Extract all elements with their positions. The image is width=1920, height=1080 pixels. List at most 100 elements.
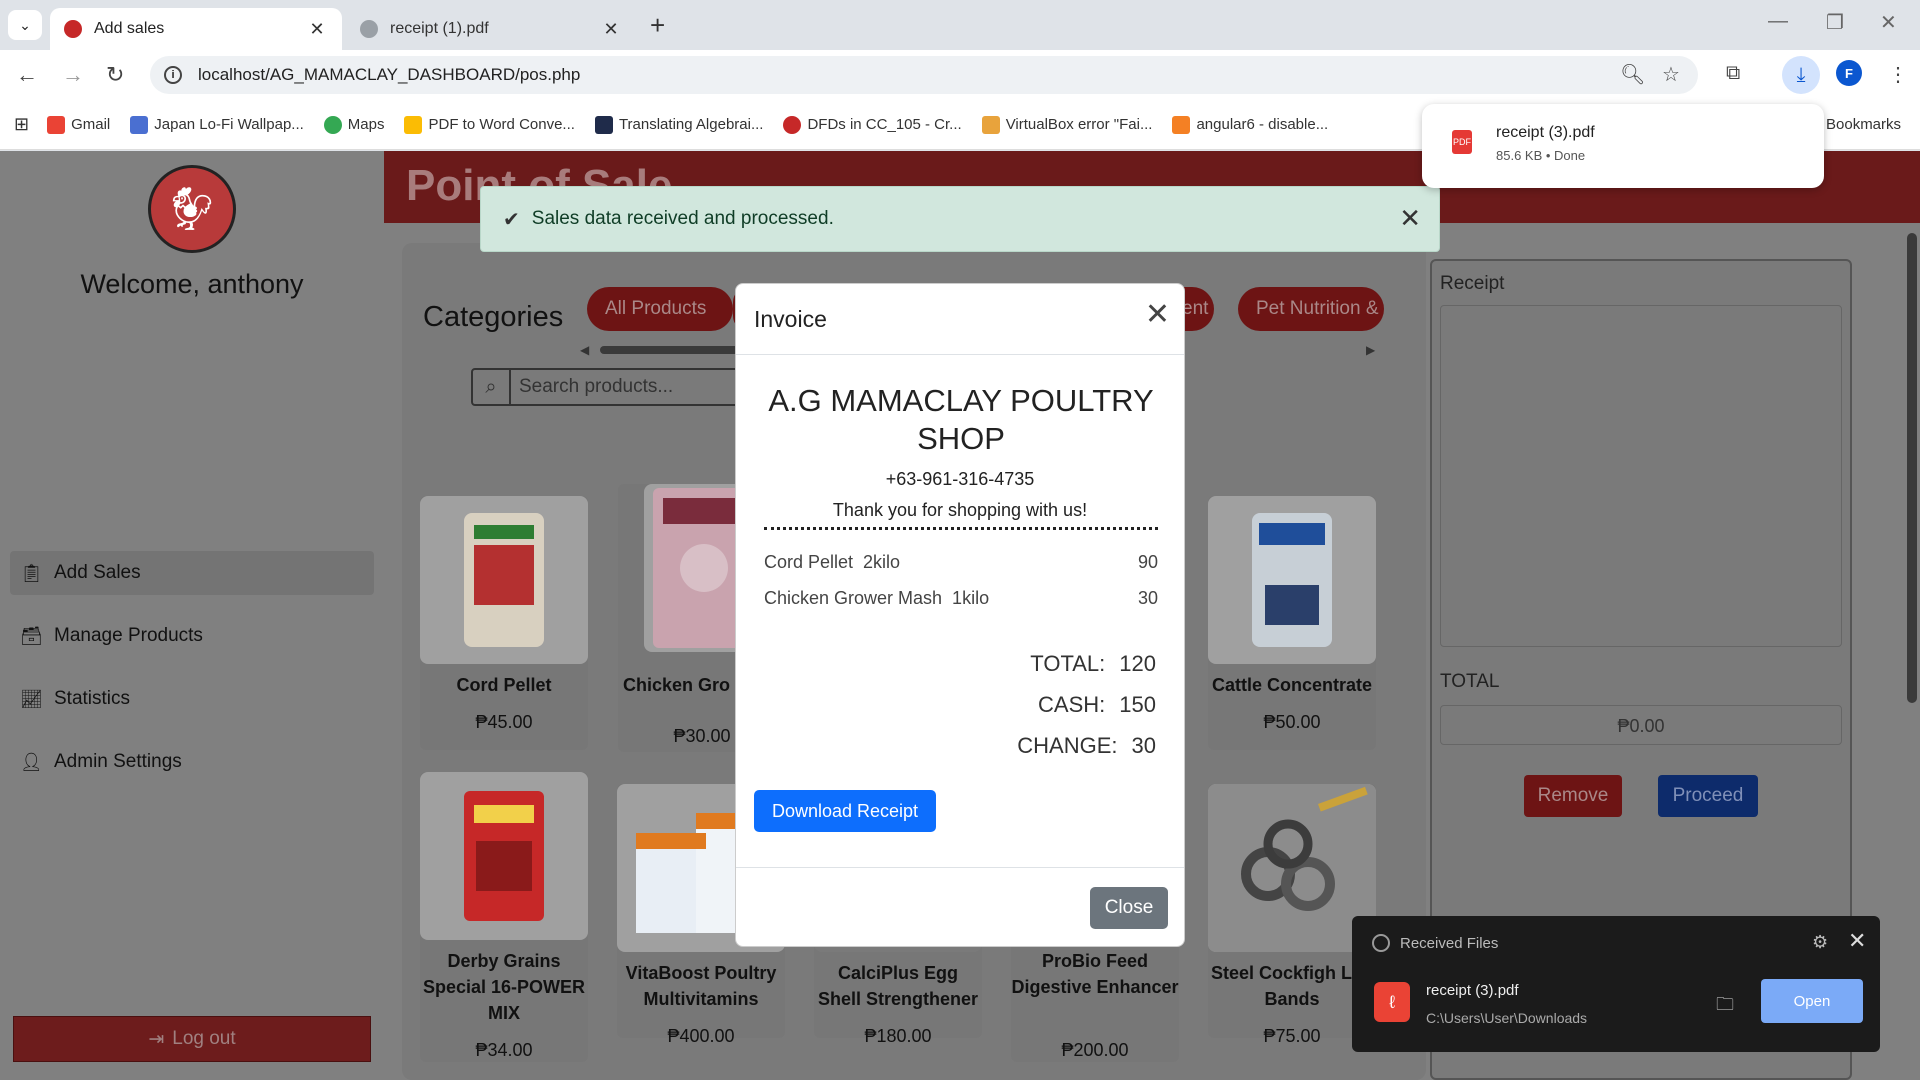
- total-field[interactable]: ₱0.00: [1440, 705, 1842, 745]
- window-close-icon[interactable]: ✕: [1880, 10, 1897, 35]
- back-icon[interactable]: ←: [16, 62, 38, 88]
- download-file-name: receipt (3).pdf: [1496, 124, 1595, 141]
- remove-button[interactable]: Remove: [1524, 775, 1622, 817]
- bookmark-angular[interactable]: angular6 - disable...: [1172, 115, 1328, 134]
- thank-you-text: Thank you for shopping with us!: [832, 500, 1088, 520]
- menu-icon[interactable]: ⋮: [1888, 62, 1908, 87]
- minimize-icon[interactable]: —: [1768, 10, 1788, 33]
- proceed-button[interactable]: Proceed: [1658, 775, 1758, 817]
- item-amount: 90: [1137, 552, 1158, 572]
- modal-close-icon[interactable]: ✕: [1145, 300, 1170, 330]
- gear-icon[interactable]: ⚙: [1812, 932, 1828, 953]
- cash-value: 150: [1119, 692, 1156, 717]
- cash-label: CASH:: [1038, 692, 1106, 717]
- received-files-header: Received Files: [1372, 934, 1498, 952]
- bookmark-label: PDF to Word Conve...: [428, 116, 575, 133]
- product-name: Derby Grains Special 16-POWER MIX: [422, 951, 586, 1023]
- sidebar-item-manage-products[interactable]: 🗃︎ Manage Products: [10, 614, 374, 658]
- apps-grid-icon[interactable]: ⊞: [14, 114, 29, 135]
- sidebar-item-admin-settings[interactable]: 👤︎ Admin Settings: [10, 740, 374, 784]
- address-bar[interactable]: i localhost/AG_MAMACLAY_DASHBOARD/pos.ph…: [150, 56, 1698, 94]
- product-card[interactable]: Cord Pellet ₱45.00: [420, 496, 588, 750]
- product-price: ₱50.00: [1263, 712, 1321, 732]
- receipt-textarea[interactable]: [1440, 305, 1842, 647]
- bookmark-label: DFDs in CC_105 - Cr...: [807, 116, 962, 133]
- total-label: TOTAL:: [1030, 651, 1106, 676]
- extensions-icon[interactable]: ⧉: [1726, 62, 1740, 85]
- close-button[interactable]: Close: [1090, 887, 1168, 929]
- download-bubble[interactable]: PDF receipt (3).pdf 85.6 KB • Done: [1422, 104, 1824, 188]
- item-amount: 30: [1137, 588, 1158, 608]
- restore-icon[interactable]: ❐: [1826, 10, 1844, 35]
- product-price: ₱45.00: [475, 712, 533, 732]
- download-receipt-button[interactable]: Download Receipt: [754, 790, 936, 832]
- close-icon[interactable]: ✕: [306, 19, 328, 40]
- bookmarks-folder[interactable]: Bookmarks: [1826, 116, 1901, 133]
- search-input[interactable]: ⌕ Search products...: [471, 368, 751, 406]
- sidebar-item-statistics[interactable]: 📈︎ Statistics: [10, 677, 374, 721]
- tab-receipt-pdf[interactable]: receipt (1).pdf ✕: [346, 8, 636, 50]
- category-all-products[interactable]: All Products: [587, 287, 733, 331]
- open-button[interactable]: Open: [1761, 979, 1863, 1023]
- product-price: ₱180.00: [864, 1026, 932, 1046]
- zoom-icon[interactable]: 🔍︎: [1620, 62, 1645, 87]
- product-card[interactable]: Cattle Concentrate ₱50.00: [1208, 496, 1376, 750]
- bookmark-algebra[interactable]: Translating Algebrai...: [594, 115, 763, 134]
- tab-add-sales[interactable]: Add sales ✕: [50, 8, 342, 50]
- folder-icon[interactable]: 🗀: [1716, 992, 1734, 1022]
- search-placeholder: Search products...: [519, 376, 674, 397]
- bookmark-pdf[interactable]: PDF to Word Conve...: [404, 115, 575, 134]
- item-description: Chicken Grower Mash 1kilo: [764, 588, 990, 608]
- archive-icon: 🗃︎: [20, 625, 43, 646]
- product-card[interactable]: Derby Grains Special 16-POWER MIX ₱34.00: [420, 772, 588, 1062]
- categories-title: Categories: [423, 301, 564, 333]
- tab-search-button[interactable]: ⌄: [8, 10, 42, 40]
- invoice-change: CHANGE: 30: [1017, 733, 1156, 759]
- invoice-item: Cord Pellet 2kilo 90: [764, 552, 1158, 573]
- profile-avatar[interactable]: F: [1836, 60, 1862, 86]
- receipt-label: Receipt: [1440, 273, 1505, 294]
- product-image: [1208, 784, 1376, 952]
- alert-close-icon[interactable]: ✕: [1399, 203, 1421, 234]
- sidebar-item-label: Statistics: [54, 688, 131, 709]
- rooster-favicon-icon: [64, 20, 82, 38]
- download-icon[interactable]: ⤓: [1782, 56, 1820, 94]
- product-name: VitaBoost Poultry Multivitamins: [625, 963, 777, 1009]
- category-pet-nutrition[interactable]: Pet Nutrition &: [1238, 287, 1384, 331]
- product-card[interactable]: Steel Cockfigh Leg Bands ₱75.00: [1208, 784, 1376, 1046]
- browser-toolbar: ← → ↻ i localhost/AG_MAMACLAY_DASHBOARD/…: [0, 50, 1920, 100]
- product-price: ₱34.00: [475, 1040, 533, 1060]
- bookmark-gmail[interactable]: Gmail: [47, 115, 110, 134]
- stackoverflow-icon: [1172, 115, 1191, 134]
- scroll-left-icon[interactable]: ◀: [580, 343, 589, 357]
- bookmark-virtualbox[interactable]: VirtualBox error "Fai...: [981, 115, 1153, 134]
- product-price: ₱75.00: [1263, 1026, 1321, 1046]
- close-icon[interactable]: ✕: [600, 19, 622, 40]
- page-scrollbar[interactable]: [1904, 223, 1920, 1080]
- gmail-icon: [47, 115, 66, 134]
- sidebar-item-add-sales[interactable]: 📋︎ Add Sales: [10, 551, 374, 595]
- clipboard-icon: 📋︎: [20, 562, 43, 583]
- received-file-path: C:\Users\User\Downloads: [1426, 1010, 1588, 1026]
- scroll-thumb[interactable]: [1907, 233, 1917, 703]
- url-text: localhost/AG_MAMACLAY_DASHBOARD/pos.php: [198, 65, 581, 84]
- bookmark-label: VirtualBox error "Fai...: [1005, 116, 1153, 133]
- star-icon[interactable]: ☆: [1662, 62, 1680, 87]
- dotted-divider: [764, 527, 1158, 530]
- item-description: Cord Pellet 2kilo: [764, 552, 901, 572]
- bookmark-japan[interactable]: Japan Lo-Fi Wallpap...: [130, 115, 304, 134]
- product-name: Cord Pellet: [456, 675, 552, 695]
- logout-icon: ⇥: [148, 1028, 165, 1050]
- bookmark-dfd[interactable]: DFDs in CC_105 - Cr...: [783, 115, 962, 134]
- search-icon: ⌕: [473, 370, 511, 404]
- scroll-right-icon[interactable]: ▶: [1366, 343, 1375, 357]
- bookmark-maps[interactable]: Maps: [323, 115, 384, 134]
- new-tab-button[interactable]: +: [650, 10, 665, 41]
- forward-icon[interactable]: →: [62, 62, 84, 88]
- logout-button[interactable]: ⇥ Log out: [13, 1016, 371, 1062]
- reload-icon[interactable]: ↻: [106, 62, 124, 88]
- close-icon[interactable]: ✕: [1848, 928, 1866, 954]
- logout-label: Log out: [172, 1028, 236, 1049]
- site-info-icon[interactable]: i: [164, 66, 182, 84]
- shop-name: A.G MAMACLAY POULTRY SHOP: [768, 383, 1154, 456]
